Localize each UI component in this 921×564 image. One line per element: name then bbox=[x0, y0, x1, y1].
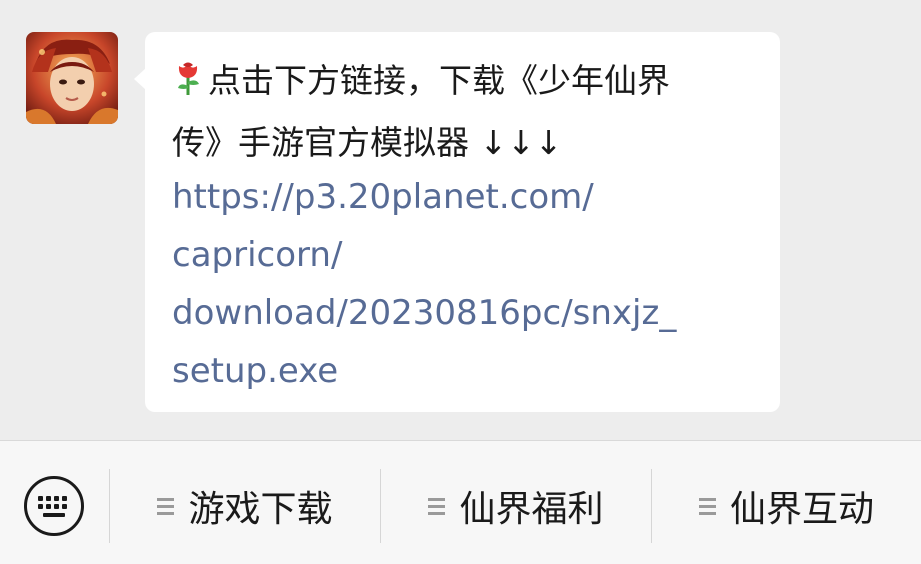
link-line-2[interactable]: capricorn/ bbox=[172, 226, 732, 284]
menu-item-game-download[interactable]: 游戏下载 bbox=[110, 473, 380, 539]
menu-item-label: 仙界福利 bbox=[459, 489, 604, 530]
menu-item-interaction[interactable]: 仙界互动 bbox=[652, 473, 921, 539]
menu-lines-icon bbox=[428, 494, 446, 519]
avatar-image bbox=[26, 32, 118, 124]
avatar[interactable] bbox=[26, 32, 118, 124]
link-line-3[interactable]: download/20230816pc/snxjz_ bbox=[172, 284, 732, 342]
menu-item-label: 仙界互动 bbox=[729, 489, 874, 530]
rose-icon bbox=[172, 56, 204, 114]
bubble-tail bbox=[134, 68, 146, 90]
message-line-2: 传》手游官方模拟器 ↓↓↓ bbox=[172, 123, 563, 162]
bottom-menu-bar: 游戏下载 仙界福利 仙界互动 bbox=[0, 440, 921, 564]
download-link[interactable]: https://p3.20planet.com/ capricorn/ down… bbox=[172, 168, 732, 400]
menu-lines-icon bbox=[157, 494, 175, 519]
menu-item-benefits[interactable]: 仙界福利 bbox=[381, 473, 651, 539]
message-text: 点击下方链接，下载《少年仙界 传》手游官方模拟器 ↓↓↓ bbox=[172, 52, 772, 172]
menu-lines-icon bbox=[698, 494, 716, 519]
link-line-1[interactable]: https://p3.20planet.com/ bbox=[172, 168, 732, 226]
chat-area: 点击下方链接，下载《少年仙界 传》手游官方模拟器 ↓↓↓ https://p3.… bbox=[0, 0, 921, 440]
link-line-4[interactable]: setup.exe bbox=[172, 342, 732, 400]
message-bubble: 点击下方链接，下载《少年仙界 传》手游官方模拟器 ↓↓↓ https://p3.… bbox=[134, 32, 780, 412]
message-line-1: 点击下方链接，下载《少年仙界 bbox=[208, 61, 670, 100]
keyboard-toggle-button[interactable] bbox=[23, 475, 85, 537]
menu-item-label: 游戏下载 bbox=[188, 489, 333, 530]
keyboard-icon bbox=[24, 476, 84, 536]
